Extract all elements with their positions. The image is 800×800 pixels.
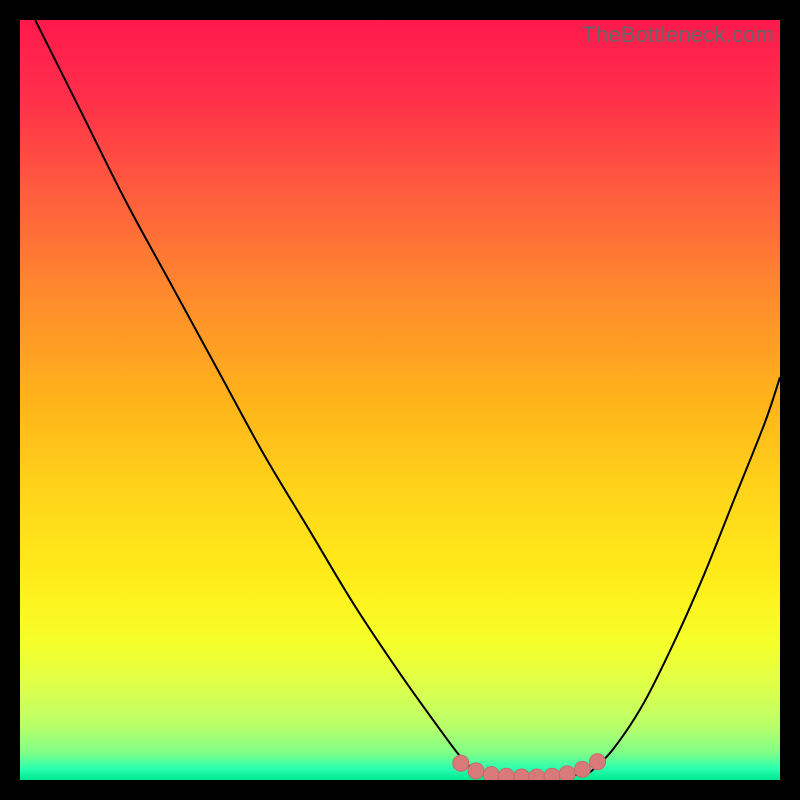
valley-marker [574,761,590,777]
valley-marker [514,769,530,780]
valley-marker [483,767,499,780]
watermark-text: TheBottleneck.com [582,22,774,48]
chart-frame: TheBottleneck.com [20,20,780,780]
bottleneck-chart [20,20,780,780]
valley-marker [559,766,575,780]
valley-marker [498,768,514,780]
valley-marker [468,763,484,779]
valley-marker [544,768,560,780]
valley-marker [529,769,545,780]
valley-marker [453,755,469,771]
valley-marker [590,754,606,770]
gradient-rect [20,20,780,780]
